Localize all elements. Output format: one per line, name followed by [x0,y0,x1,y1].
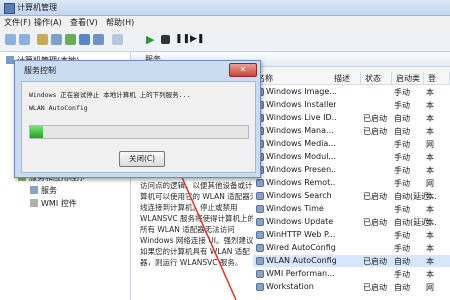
service-control-dialog: 服务控制 ✕ Windows 正在尝试停止 本地计算机 上的下列服务... WL… [14,60,261,178]
dialog-body: Windows 正在尝试停止 本地计算机 上的下列服务... WLAN Auto… [21,81,256,173]
dialog-service-name: WLAN AutoConfig [29,104,88,112]
dialog-message: Windows 正在尝试停止 本地计算机 上的下列服务... [29,91,191,99]
progress-fill [30,126,44,138]
stop-progress-bar [29,125,249,139]
dialog-close-button[interactable]: 关闭(C) [119,151,165,167]
dialog-close-icon[interactable]: ✕ [229,63,257,77]
dialog-title: 服务控制 [24,66,56,75]
computer-management-window: 计算机管理 文件(F) 操作(A) 查看(V) 帮助(H) ▶ ❚❚ ▶❚ 计算… [0,0,450,300]
